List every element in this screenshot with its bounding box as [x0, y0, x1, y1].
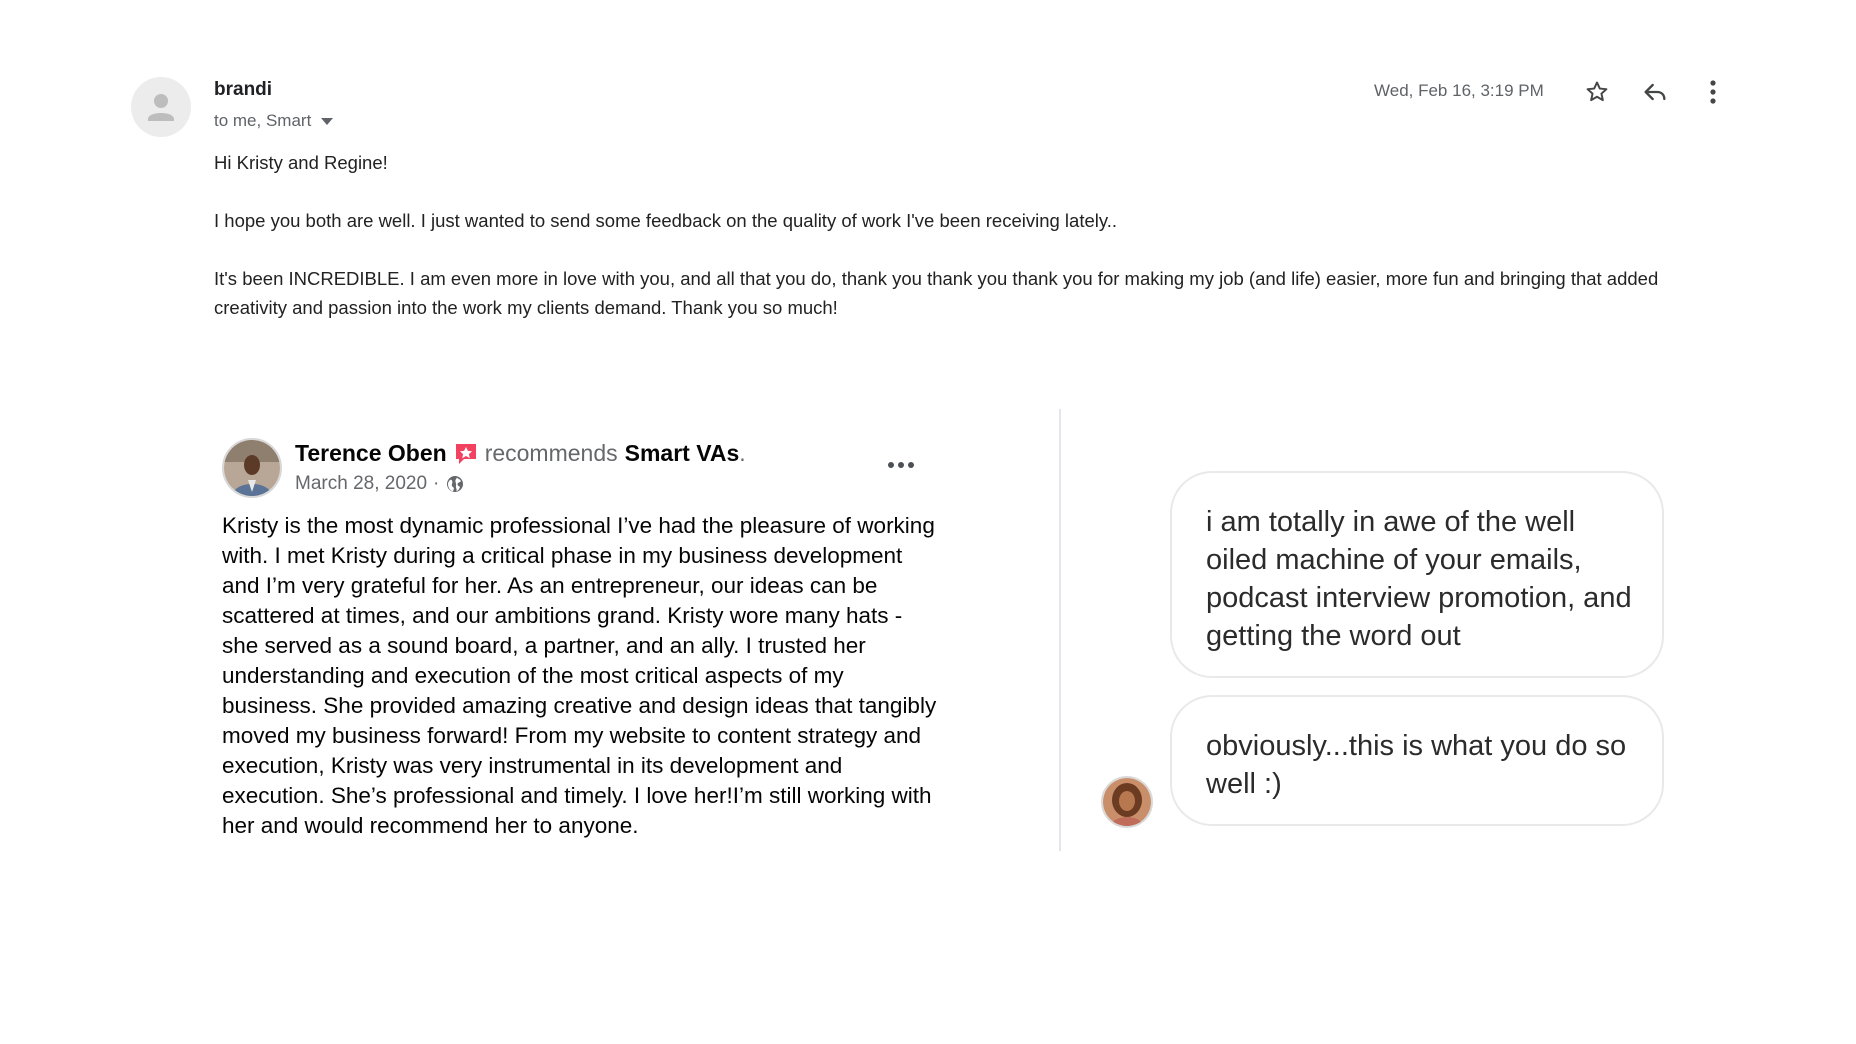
email-date: Wed, Feb 16, 3:19 PM: [1374, 81, 1544, 100]
post-meta: March 28, 2020 ·: [295, 473, 465, 495]
chevron-down-icon[interactable]: [321, 117, 334, 125]
meta-separator: ·: [433, 473, 440, 494]
sender-avatar[interactable]: [131, 77, 191, 137]
chat-message: obviously...this is what you do so well …: [1170, 695, 1664, 826]
star-button[interactable]: [1579, 74, 1615, 110]
person-icon: [148, 94, 174, 121]
more-horizontal-icon: [888, 462, 894, 468]
chat-avatar[interactable]: [1101, 776, 1153, 828]
post-options-button[interactable]: [884, 452, 918, 478]
header-punctuation: .: [739, 440, 746, 466]
star-icon: [1586, 81, 1608, 102]
author-photo: [224, 440, 280, 496]
recipients-text: to me, Smart: [214, 111, 312, 130]
email-paragraph: I hope you both are well. I just wanted …: [214, 210, 1118, 231]
page-name[interactable]: Smart VAs: [625, 440, 740, 467]
chat-message: i am totally in awe of the well oiled ma…: [1170, 471, 1664, 678]
section-divider: [1059, 409, 1061, 851]
more-vert-icon: [1710, 80, 1716, 104]
email-body: Hi Kristy and Regine! I hope you both ar…: [214, 148, 1734, 351]
reply-button[interactable]: [1637, 74, 1673, 110]
post-date[interactable]: March 28, 2020: [295, 473, 427, 495]
email-greeting: Hi Kristy and Regine!: [214, 152, 388, 173]
author-name[interactable]: Terence Oben: [295, 440, 447, 467]
globe-icon: [447, 476, 464, 492]
sender-name[interactable]: brandi: [214, 79, 272, 101]
recommendation-star-icon: [453, 441, 479, 467]
email-paragraph: It's been INCREDIBLE. I am even more in …: [214, 268, 1659, 318]
post-header: Terence Oben recommends Smart VAs .: [295, 440, 746, 467]
chat-sender-photo: [1103, 778, 1151, 826]
recipients-line[interactable]: to me, Smart: [214, 111, 334, 131]
recommends-text: recommends: [484, 440, 618, 466]
reply-icon: [1644, 83, 1666, 101]
recommendation-text: Kristy is the most dynamic professional …: [222, 513, 937, 838]
author-avatar[interactable]: [222, 438, 282, 498]
more-options-button[interactable]: [1695, 74, 1731, 110]
